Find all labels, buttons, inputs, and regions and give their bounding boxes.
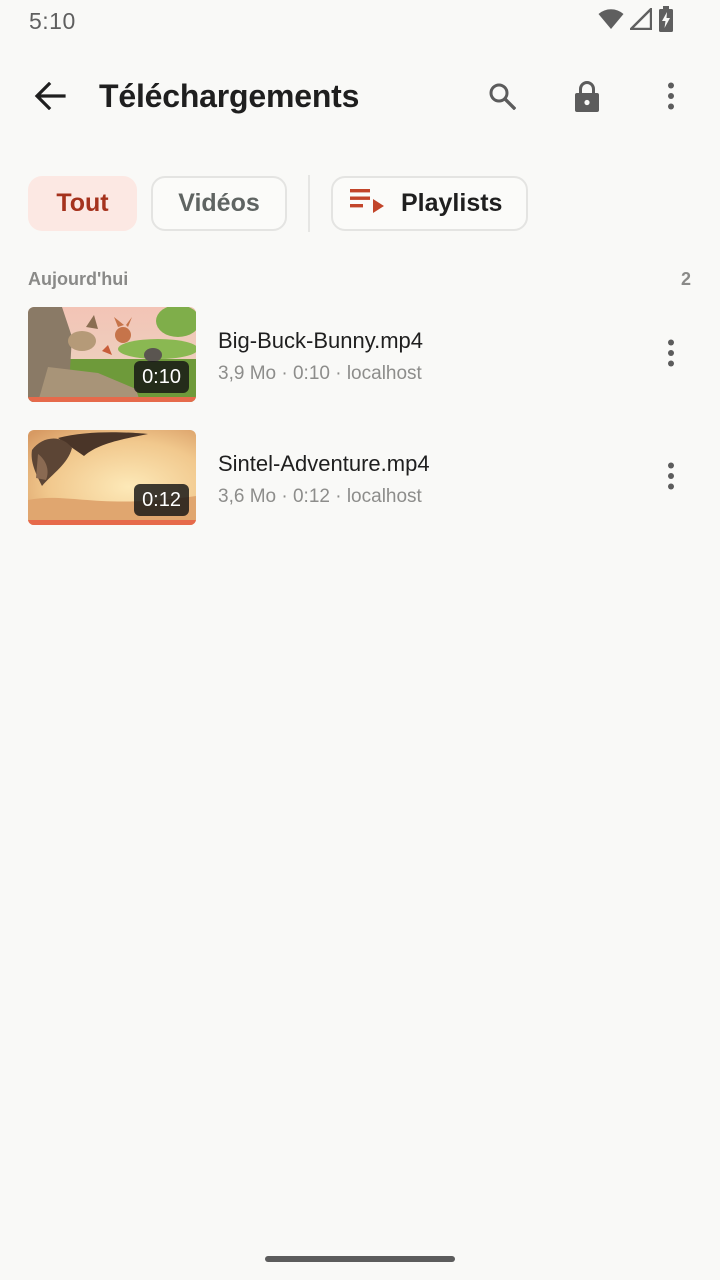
chip-videos[interactable]: Vidéos [151, 176, 287, 231]
video-thumbnail[interactable]: 0:12 [28, 430, 196, 525]
page-title: Téléchargements [99, 78, 360, 114]
more-vert-icon [667, 82, 675, 115]
gesture-nav-handle[interactable] [265, 1256, 455, 1262]
status-time: 5:10 [29, 8, 76, 34]
more-vert-icon [667, 462, 675, 495]
status-bar: 5:10 [0, 0, 720, 44]
arrow-back-icon [34, 81, 66, 115]
video-menu-button[interactable] [647, 454, 695, 502]
duration-badge: 0:10 [134, 361, 189, 393]
section-count: 2 [680, 269, 691, 289]
more-options-button[interactable] [647, 74, 695, 122]
wifi-icon [598, 8, 624, 35]
back-button[interactable] [26, 74, 74, 122]
video-title: Sintel-Adventure.mp4 [218, 451, 430, 476]
search-button[interactable] [478, 74, 526, 122]
chip-all[interactable]: Tout [28, 176, 137, 231]
video-meta: 3,6 Mo · 0:12 · localhost [218, 486, 422, 507]
video-thumbnail[interactable]: 0:10 [28, 307, 196, 402]
chip-all-label: Tout [56, 189, 109, 217]
chip-playlists-label: Playlists [401, 189, 503, 217]
search-icon [488, 82, 517, 115]
status-icons [598, 5, 674, 37]
video-item[interactable]: 0:12 Sintel-Adventure.mp4 3,6 Mo · 0:12 … [0, 430, 720, 530]
watch-progress-bar [28, 520, 196, 525]
video-menu-button[interactable] [647, 331, 695, 379]
chip-playlists[interactable]: Playlists [331, 176, 528, 231]
cellular-signal-icon [628, 5, 653, 35]
chip-divider [308, 175, 310, 232]
filter-chips: Tout Vidéos Playlists [0, 175, 720, 233]
lock-button[interactable] [563, 74, 611, 122]
chip-videos-label: Vidéos [178, 189, 260, 217]
watch-progress-bar [28, 397, 196, 402]
video-title: Big-Buck-Bunny.mp4 [218, 328, 424, 353]
section-title-today: Aujourd'hui [28, 269, 129, 289]
duration-badge: 0:12 [134, 484, 189, 516]
video-item[interactable]: 0:10 Big-Buck-Bunny.mp4 3,9 Mo · 0:10 · … [0, 307, 720, 407]
video-meta: 3,9 Mo · 0:10 · localhost [218, 363, 422, 384]
downloads-screen: 5:10 Téléchargements Tout Vidéos Playlis… [0, 0, 720, 1280]
playlist-play-icon [349, 186, 385, 221]
app-bar: Téléchargements [0, 56, 720, 140]
lock-icon [574, 80, 600, 117]
more-vert-icon [667, 339, 675, 372]
battery-charging-icon [658, 5, 674, 37]
